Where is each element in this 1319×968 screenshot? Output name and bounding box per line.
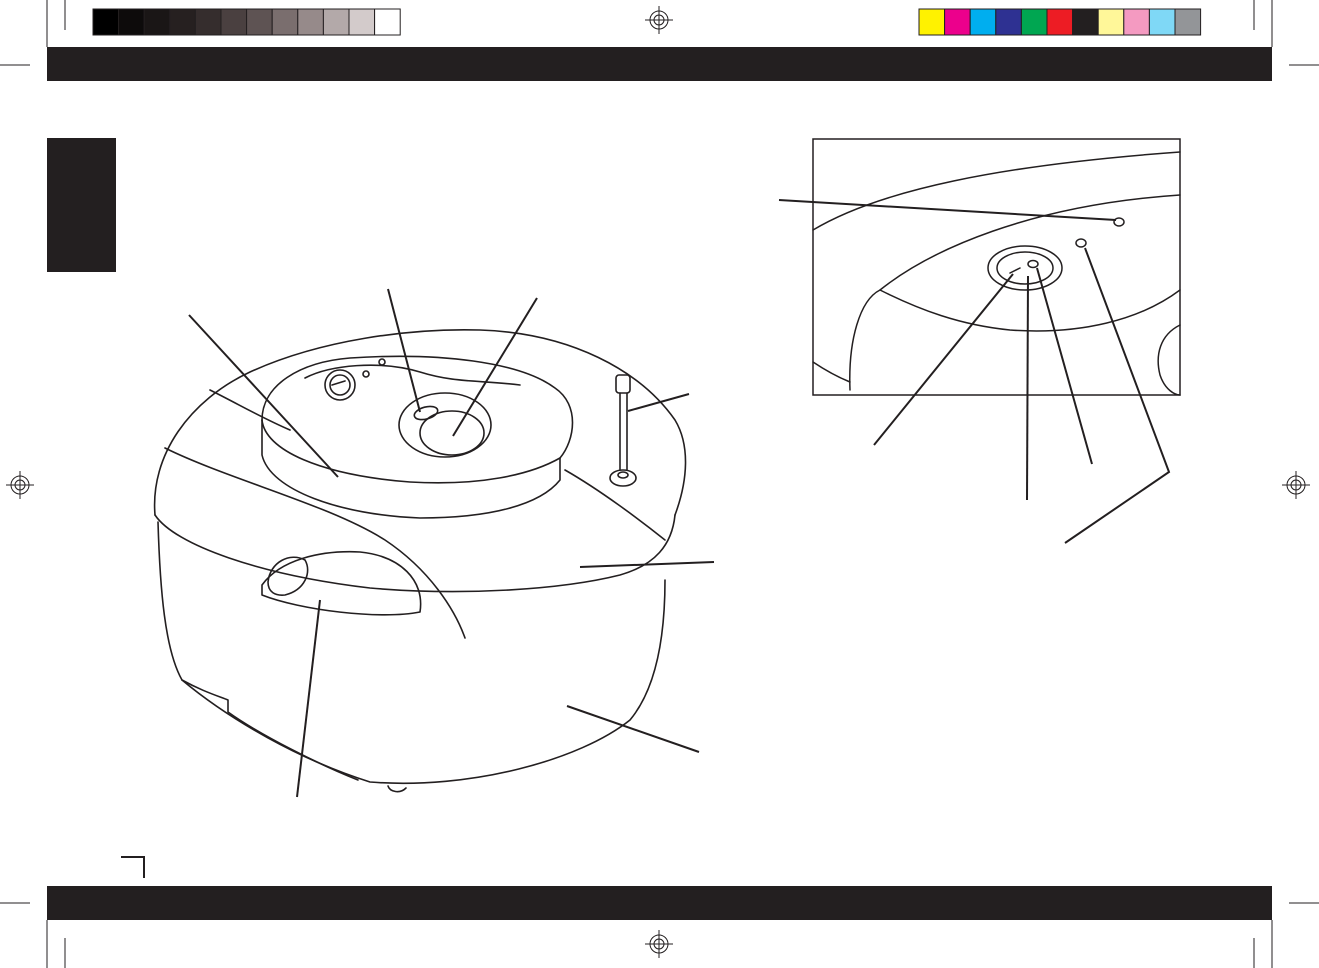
- color-swatch: [944, 8, 971, 36]
- color-swatch: [969, 8, 997, 36]
- color-swatch: [1097, 8, 1125, 36]
- callout-leader-antenna: [627, 393, 690, 412]
- lid-upper-edge: [261, 419, 561, 484]
- grayscale-swatch: [374, 8, 401, 36]
- color-swatch: [1174, 8, 1202, 36]
- crop-marks: [0, 0, 1319, 968]
- grayscale-swatch: [246, 8, 273, 36]
- appliance-drawing: [153, 328, 687, 793]
- color-swatch: [1123, 8, 1150, 36]
- grayscale-swatch: [322, 8, 350, 36]
- grayscale-swatch: [169, 8, 196, 36]
- detail-indicator-light-2: [1075, 238, 1087, 248]
- print-marks: [0, 0, 1319, 968]
- outlet-vent-slot: [413, 405, 439, 421]
- registration-mark-top: [645, 6, 673, 34]
- appliance-base-foot: [387, 785, 407, 793]
- appliance-upper-sweep: [209, 389, 291, 431]
- detail-knob-center: [1027, 259, 1039, 269]
- registration-mark-bottom: [645, 930, 673, 958]
- grayscale-swatch: [348, 8, 376, 36]
- callout-leader-outlet: [452, 297, 538, 437]
- appliance-shell-rim: [154, 514, 676, 593]
- registration-mark-right: [1282, 471, 1310, 499]
- color-swatch: [1148, 8, 1176, 36]
- antenna-cap: [615, 374, 631, 394]
- grayscale-calibration-bar: [92, 8, 401, 36]
- color-swatch: [1046, 8, 1074, 36]
- detail-leader-indicator: [778, 199, 1117, 221]
- grayscale-swatch: [92, 8, 120, 36]
- grayscale-swatch: [271, 8, 299, 36]
- color-swatch: [1020, 8, 1048, 36]
- detail-knob-inner: [996, 251, 1054, 285]
- handle-knob: [267, 556, 309, 596]
- callout-leader-handle: [296, 599, 321, 798]
- grayscale-swatch: [118, 8, 145, 36]
- handle-recess: [261, 550, 422, 616]
- color-swatch: [918, 8, 946, 36]
- detail-leader-knob-center: [1026, 275, 1029, 501]
- grayscale-swatch: [297, 8, 324, 36]
- detail-view-callouts: [778, 199, 1171, 544]
- detail-leader-knob-mark: [873, 273, 1014, 446]
- color-swatch: [995, 8, 1022, 36]
- indicator-light-2: [378, 358, 386, 366]
- color-swatch: [1072, 8, 1099, 36]
- appliance-base-foot-left: [181, 679, 359, 781]
- appliance-right-sweep: [564, 469, 666, 541]
- detail-leader-knob-light: [1036, 267, 1093, 465]
- grayscale-swatch: [220, 8, 248, 36]
- appliance-shell-top: [153, 328, 687, 516]
- registration-mark-left: [6, 471, 34, 499]
- indicator-light-1: [362, 370, 370, 378]
- manual-page-illustration: [0, 0, 1319, 968]
- color-calibration-bar: [918, 8, 1202, 36]
- grayscale-swatch: [194, 8, 222, 36]
- callout-leader-outlet-slot: [387, 288, 421, 413]
- grayscale-swatch: [143, 8, 171, 36]
